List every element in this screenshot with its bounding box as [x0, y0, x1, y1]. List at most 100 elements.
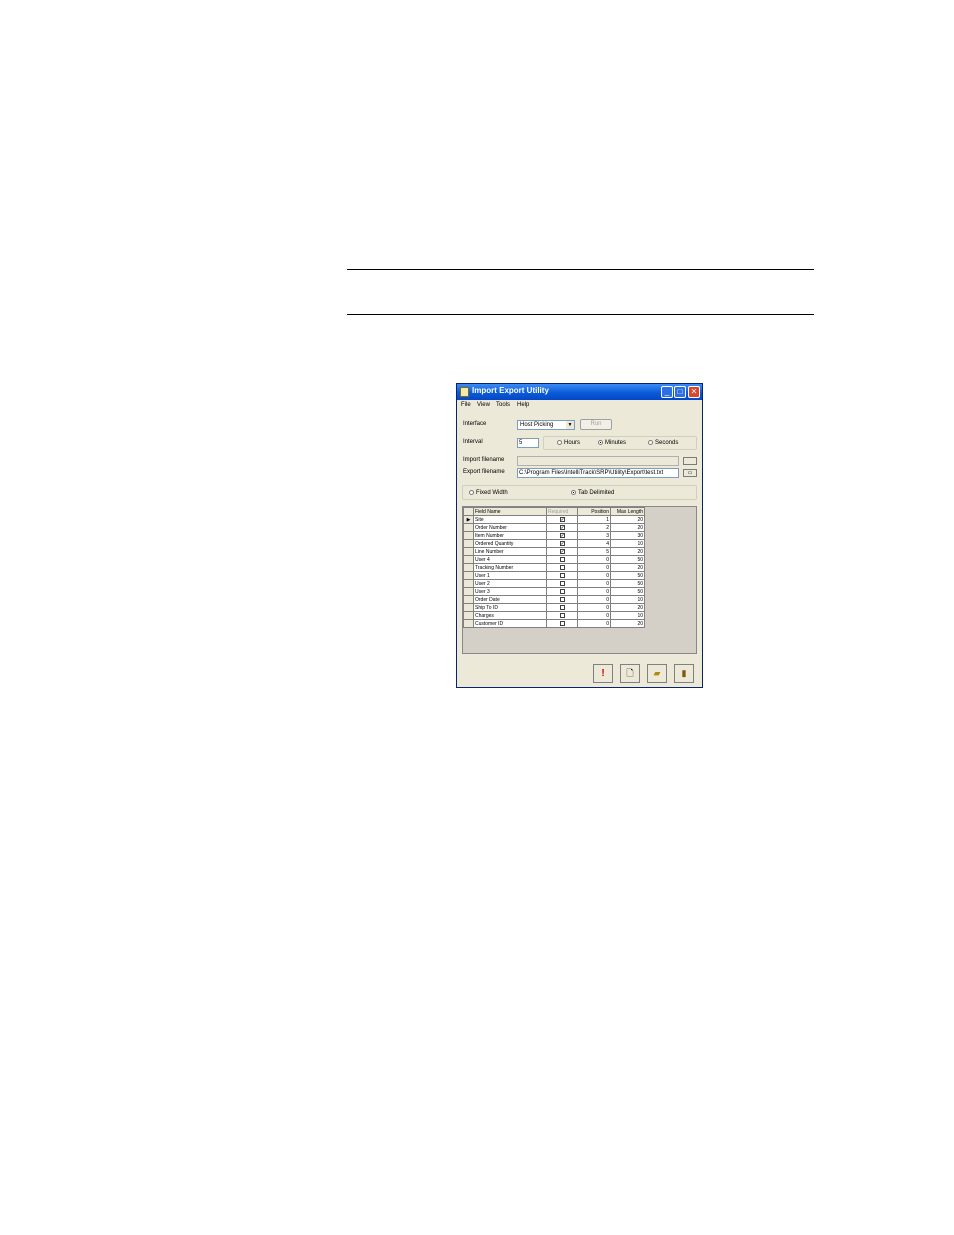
table-row[interactable]: User 2 0 50 [463, 579, 645, 588]
cell-position[interactable]: 2 [577, 523, 611, 532]
import-browse-button[interactable] [683, 457, 697, 465]
cell-max-length[interactable]: 30 [610, 531, 645, 540]
required-checkbox[interactable] [559, 604, 565, 610]
interval-input[interactable]: 5 [517, 438, 539, 448]
row-selector[interactable] [463, 611, 474, 620]
cell-field-name[interactable]: User 2 [473, 579, 547, 588]
maximize-button[interactable]: □ [674, 386, 686, 398]
column-header-max-length[interactable]: Max Length [610, 507, 645, 516]
cell-position[interactable]: 1 [577, 515, 611, 524]
required-checkbox[interactable] [559, 620, 565, 626]
interface-select[interactable]: Host Picking ▼ [517, 420, 575, 430]
cell-max-length[interactable]: 50 [610, 555, 645, 564]
title-bar[interactable]: Import Export Utility _ □ ✕ [457, 384, 702, 400]
required-checkbox[interactable]: ✓ [559, 532, 565, 538]
table-row[interactable]: User 3 0 50 [463, 587, 645, 596]
close-button[interactable]: ✕ [688, 386, 700, 398]
row-selector[interactable] [463, 531, 474, 540]
cell-max-length[interactable]: 20 [610, 563, 645, 572]
chevron-down-icon[interactable]: ▼ [566, 421, 574, 429]
import-filename-input[interactable] [517, 456, 679, 466]
menu-tools[interactable]: Tools [496, 402, 510, 408]
table-row[interactable]: Ship To ID 0 20 [463, 603, 645, 612]
print-preview-icon[interactable]: 🗋 [620, 664, 640, 683]
cell-max-length[interactable]: 10 [610, 595, 645, 604]
cell-position[interactable]: 5 [577, 547, 611, 556]
minimize-button[interactable]: _ [661, 386, 673, 398]
run-button[interactable]: Run [580, 419, 612, 430]
row-selector[interactable] [463, 595, 474, 604]
required-checkbox[interactable]: ✓ [559, 548, 565, 554]
cell-field-name[interactable]: Site [473, 515, 547, 524]
row-selector[interactable] [463, 587, 474, 596]
required-checkbox[interactable] [559, 612, 565, 618]
row-selector[interactable] [463, 619, 474, 628]
cell-max-length[interactable]: 20 [610, 603, 645, 612]
cell-field-name[interactable]: User 3 [473, 587, 547, 596]
required-checkbox[interactable] [559, 596, 565, 602]
cell-field-name[interactable]: Charges [473, 611, 547, 620]
cell-max-length[interactable]: 20 [610, 547, 645, 556]
row-selector[interactable] [463, 603, 474, 612]
menu-help[interactable]: Help [517, 402, 529, 408]
table-row[interactable]: Charges 0 10 [463, 611, 645, 620]
row-selector[interactable] [463, 555, 474, 564]
cell-position[interactable]: 0 [577, 611, 611, 620]
export-browse-button[interactable]: ▭ [683, 469, 697, 477]
column-header-position[interactable]: Position [577, 507, 611, 516]
cell-field-name[interactable]: Item Number [473, 531, 547, 540]
cell-field-name[interactable]: Ordered Quantity [473, 539, 547, 548]
cell-max-length[interactable]: 10 [610, 539, 645, 548]
cell-position[interactable]: 0 [577, 563, 611, 572]
row-selector[interactable] [463, 539, 474, 548]
cell-max-length[interactable]: 20 [610, 619, 645, 628]
current-row-arrow-icon[interactable]: ▶ [463, 515, 474, 524]
exit-door-icon[interactable]: ▮ [674, 664, 694, 683]
menu-file[interactable]: File [461, 402, 471, 408]
cell-position[interactable]: 4 [577, 539, 611, 548]
row-selector[interactable] [463, 579, 474, 588]
cell-position[interactable]: 0 [577, 595, 611, 604]
cell-position[interactable]: 0 [577, 571, 611, 580]
radio-seconds[interactable]: Seconds [648, 440, 678, 446]
radio-fixed-width[interactable]: Fixed Width [469, 490, 508, 496]
column-header-required[interactable]: Required [546, 507, 578, 516]
cell-field-name[interactable]: Order Number [473, 523, 547, 532]
required-checkbox[interactable] [559, 572, 565, 578]
row-selector[interactable] [463, 547, 474, 556]
cell-field-name[interactable]: User 1 [473, 571, 547, 580]
cell-position[interactable]: 0 [577, 579, 611, 588]
cell-max-length[interactable]: 20 [610, 523, 645, 532]
required-checkbox[interactable]: ✓ [559, 516, 565, 522]
row-selector[interactable] [463, 571, 474, 580]
cell-position[interactable]: 0 [577, 603, 611, 612]
export-filename-input[interactable]: C:\Program Files\IntelliTrack\SRP\Utilit… [517, 468, 679, 478]
exclamation-icon[interactable]: ! [593, 664, 613, 683]
cell-field-name[interactable]: Line Number [473, 547, 547, 556]
row-selector[interactable] [463, 563, 474, 572]
table-row[interactable]: Order Number ✓ 2 20 [463, 523, 645, 532]
open-folder-icon[interactable]: ▰ [647, 664, 667, 683]
cell-position[interactable]: 3 [577, 531, 611, 540]
cell-field-name[interactable]: Ship To ID [473, 603, 547, 612]
cell-field-name[interactable]: Order Date [473, 595, 547, 604]
required-checkbox[interactable] [559, 588, 565, 594]
radio-hours[interactable]: Hours [557, 440, 580, 446]
table-row[interactable]: Item Number ✓ 3 30 [463, 531, 645, 540]
cell-field-name[interactable]: Customer ID [473, 619, 547, 628]
cell-max-length[interactable]: 50 [610, 587, 645, 596]
menu-view[interactable]: View [477, 402, 490, 408]
cell-position[interactable]: 0 [577, 587, 611, 596]
table-row[interactable]: User 1 0 50 [463, 571, 645, 580]
row-selector[interactable] [463, 523, 474, 532]
radio-minutes[interactable]: Minutes [598, 440, 626, 446]
required-checkbox[interactable] [559, 580, 565, 586]
column-header-field-name[interactable]: Field Name [473, 507, 547, 516]
required-checkbox[interactable]: ✓ [559, 540, 565, 546]
table-row[interactable]: Line Number ✓ 5 20 [463, 547, 645, 556]
cell-position[interactable]: 0 [577, 619, 611, 628]
table-row[interactable]: Customer ID 0 20 [463, 619, 645, 628]
table-row[interactable]: Tracking Number 0 20 [463, 563, 645, 572]
table-row[interactable]: Order Date 0 10 [463, 595, 645, 604]
cell-max-length[interactable]: 50 [610, 571, 645, 580]
